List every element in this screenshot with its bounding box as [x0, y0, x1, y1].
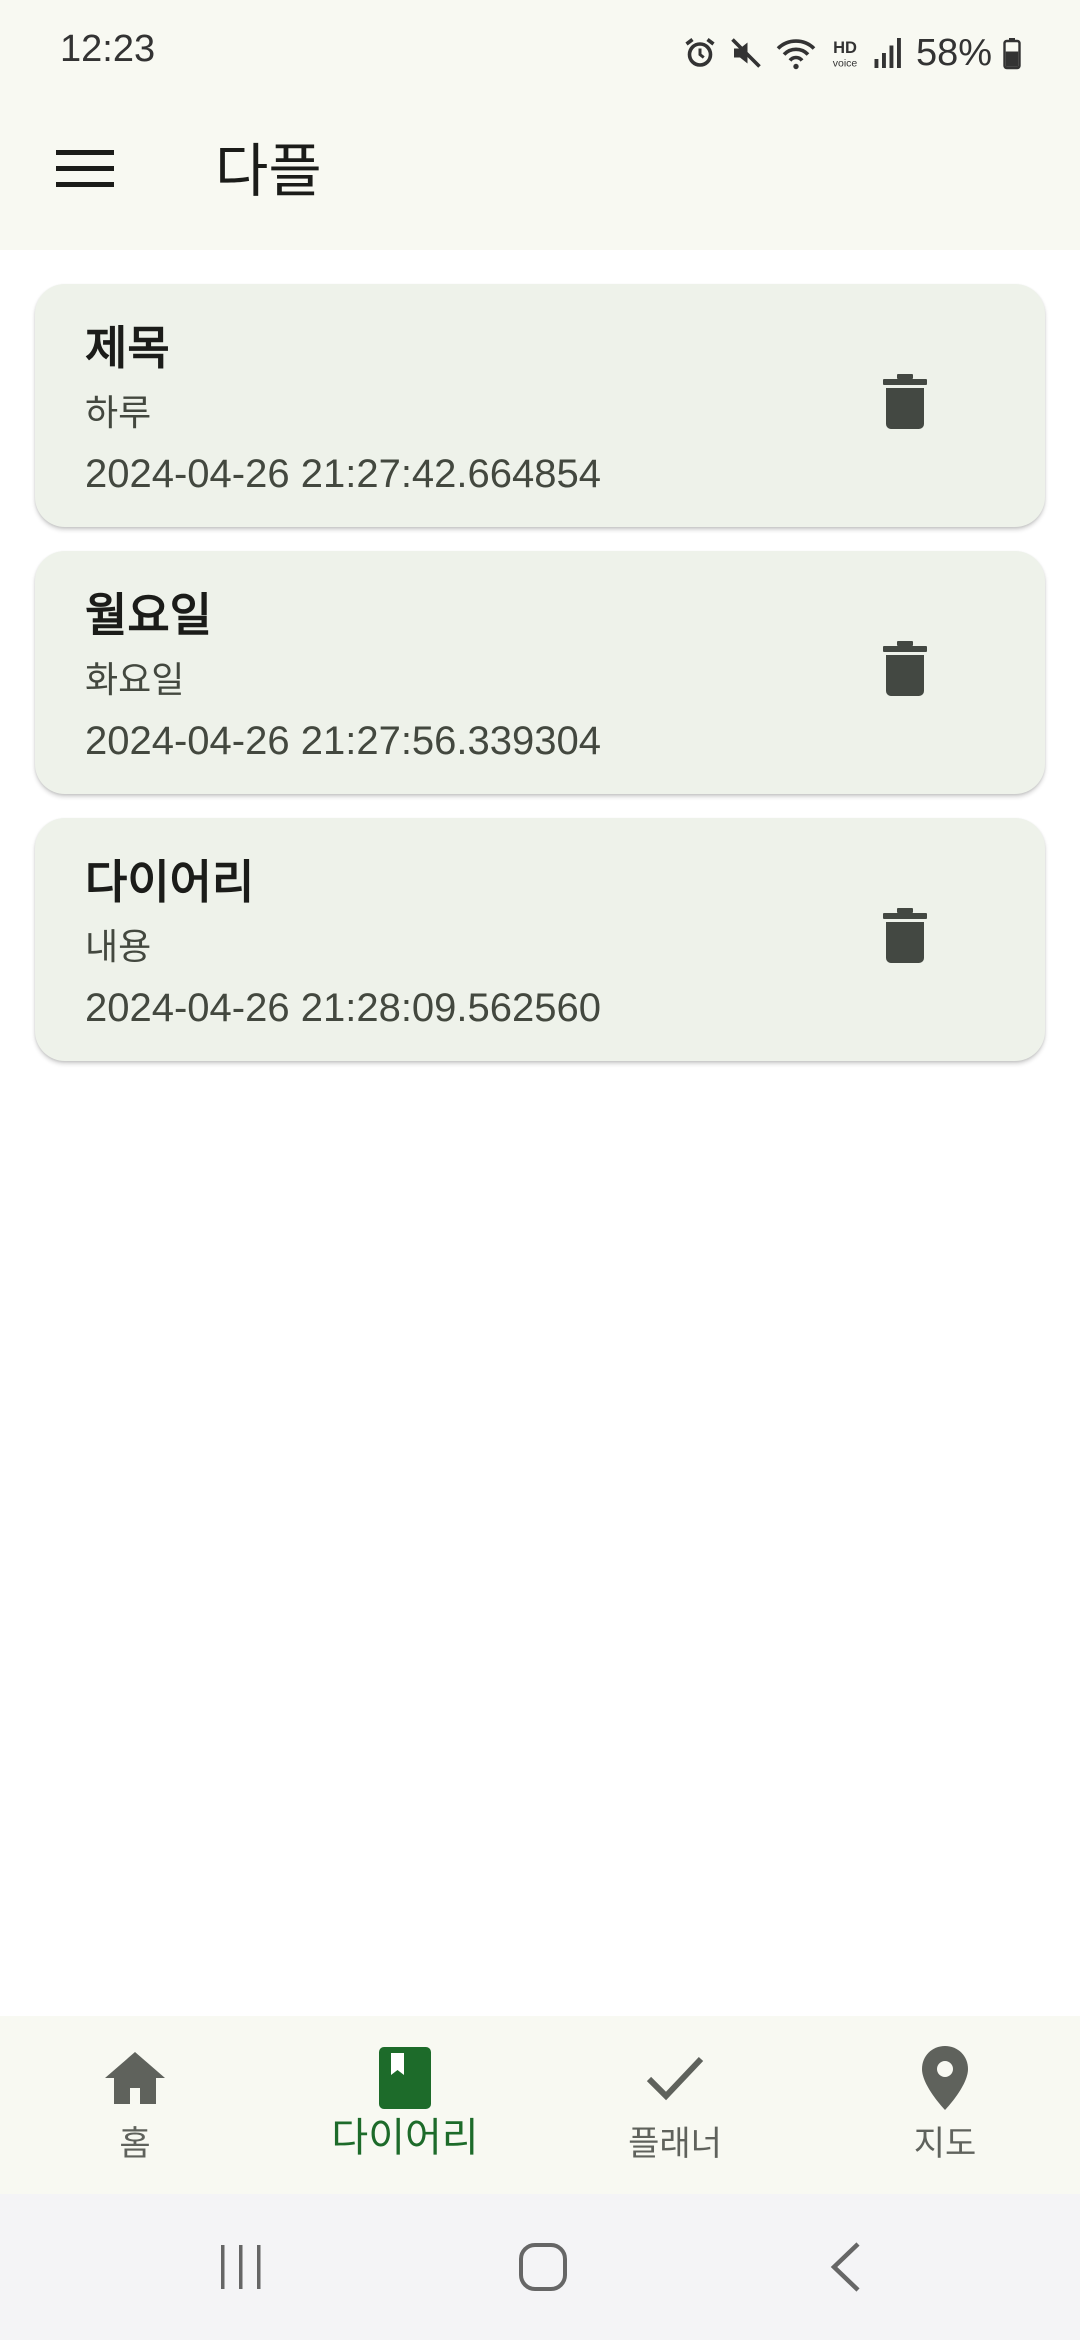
battery-percentage: 58%: [915, 31, 992, 74]
nav-label-diary: 다이어리: [331, 2115, 479, 2161]
system-navigation-bar: [0, 2194, 1080, 2340]
nav-item-planner[interactable]: 플래너: [540, 2016, 810, 2194]
svg-text:HD: HD: [833, 39, 857, 57]
status-bar: 12:23 HD voice 58%: [0, 0, 1080, 105]
diary-card-content: 화요일: [85, 660, 185, 701]
diary-card[interactable]: 제목 하루 2024-04-26 21:27:42.664854: [35, 284, 1045, 527]
recent-apps-button[interactable]: [201, 2234, 281, 2304]
alarm-icon: [682, 35, 718, 71]
diary-card[interactable]: 다이어리 내용 2024-04-26 21:28:09.562560: [35, 818, 1045, 1061]
diary-list: 제목 하루 2024-04-26 21:27:42.664854 월요일 화요일…: [35, 284, 1045, 1085]
delete-button[interactable]: [865, 364, 945, 444]
diary-card-content: 하루: [85, 393, 152, 434]
diary-card-title: 월요일: [85, 588, 212, 642]
svg-text:voice: voice: [833, 58, 858, 70]
bottom-navigation: 홈 다이어리 플래너 지도: [0, 2016, 1080, 2194]
delete-button[interactable]: [865, 898, 945, 978]
back-button[interactable]: [806, 2234, 886, 2304]
diary-card-date: 2024-04-26 21:27:56.339304: [85, 719, 602, 763]
recent-apps-icon: [217, 2243, 265, 2295]
diary-card-date: 2024-04-26 21:27:42.664854: [85, 452, 602, 496]
nav-label-planner: 플래너: [628, 2124, 722, 2164]
diary-card-date: 2024-04-26 21:28:09.562560: [85, 986, 602, 1030]
check-icon: [646, 2046, 704, 2110]
trash-icon: [883, 374, 927, 434]
diary-card-content: 내용: [85, 927, 152, 968]
wifi-icon: [774, 35, 818, 71]
diary-screen: 12:23 HD voice 58% 다플 제목 하루 2024-04-26 2…: [0, 0, 1080, 2340]
nav-label-home: 홈: [119, 2124, 151, 2164]
signal-icon: [872, 35, 904, 71]
home-circle-icon: [518, 2242, 568, 2296]
home-system-button[interactable]: [503, 2234, 583, 2304]
mute-icon: [728, 35, 764, 71]
delete-button[interactable]: [865, 631, 945, 711]
diary-bookmark-icon: [379, 2046, 431, 2110]
diary-card-title: 제목: [85, 321, 170, 375]
diary-card[interactable]: 월요일 화요일 2024-04-26 21:27:56.339304: [35, 551, 1045, 794]
hd-voice-icon: HD voice: [828, 35, 862, 71]
top-app-bar: 다플: [0, 105, 1080, 250]
nav-item-map[interactable]: 지도: [810, 2016, 1080, 2194]
home-icon: [103, 2046, 167, 2110]
status-time: 12:23: [60, 28, 156, 70]
nav-item-home[interactable]: 홈: [0, 2016, 270, 2194]
status-icons: HD voice 58%: [682, 26, 1022, 80]
menu-icon: [56, 146, 114, 194]
nav-label-map: 지도: [913, 2124, 977, 2164]
nav-item-diary[interactable]: 다이어리: [270, 2016, 540, 2194]
app-title: 다플: [215, 137, 322, 205]
trash-icon: [883, 641, 927, 701]
diary-card-title: 다이어리: [85, 855, 255, 909]
menu-button[interactable]: [40, 125, 130, 215]
map-pin-icon: [922, 2046, 968, 2110]
battery-icon: [1002, 35, 1022, 71]
back-chevron-icon: [828, 2241, 864, 2297]
trash-icon: [883, 908, 927, 968]
